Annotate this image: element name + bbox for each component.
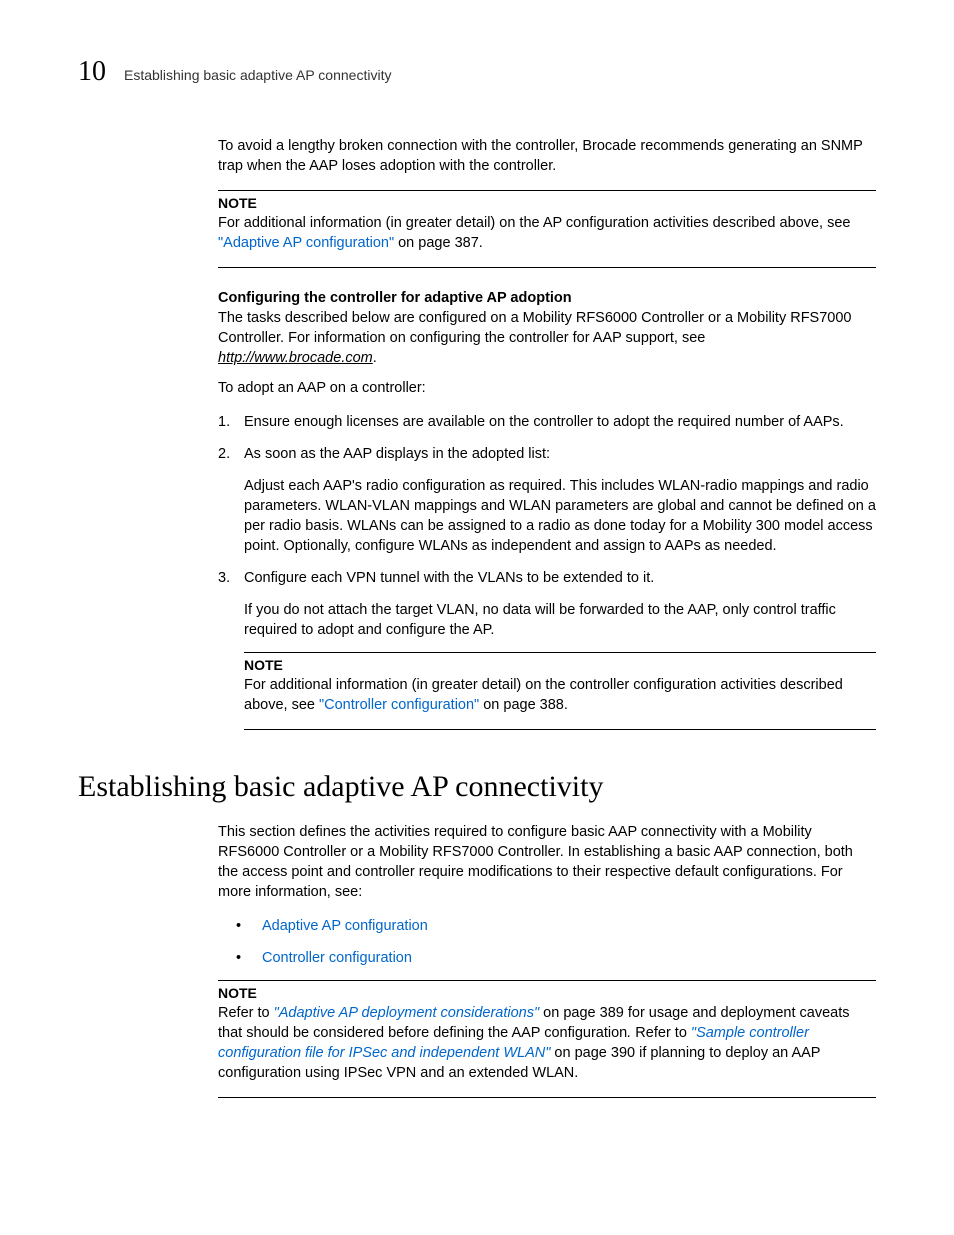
- rule: [244, 652, 876, 653]
- config-paragraph: The tasks described below are configured…: [218, 308, 876, 368]
- list-item: 1. Ensure enough licenses are available …: [218, 412, 876, 432]
- rule: [244, 729, 876, 730]
- text: Refer to: [218, 1005, 274, 1021]
- list-item: • Controller configuration: [236, 948, 876, 968]
- bullet-icon: •: [236, 948, 262, 968]
- running-title: Establishing basic adaptive AP connectiv…: [124, 67, 391, 83]
- list-body: As soon as the AAP displays in the adopt…: [244, 444, 876, 556]
- text: on page 387.: [394, 235, 483, 251]
- heading-establishing-connectivity: Establishing basic adaptive AP connectiv…: [78, 770, 876, 804]
- subhead-configuring-controller: Configuring the controller for adaptive …: [218, 290, 876, 306]
- list-subtext: If you do not attach the target VLAN, no…: [244, 600, 876, 640]
- text: .: [373, 350, 377, 366]
- bullet-list: • Adaptive AP configuration • Controller…: [236, 916, 876, 968]
- rule: [218, 190, 876, 191]
- list-marker: 3.: [218, 568, 244, 640]
- list-item: • Adaptive AP configuration: [236, 916, 876, 936]
- page: 10 Establishing basic adaptive AP connec…: [0, 0, 954, 1162]
- note-text: Refer to "Adaptive AP deployment conside…: [218, 1003, 876, 1083]
- adopt-lead: To adopt an AAP on a controller:: [218, 378, 876, 398]
- note-text: For additional information (in greater d…: [244, 675, 876, 715]
- note-text: For additional information (in greater d…: [218, 213, 876, 253]
- note-label: NOTE: [218, 985, 876, 1001]
- text: As soon as the AAP displays in the adopt…: [244, 444, 876, 464]
- page-header: 10 Establishing basic adaptive AP connec…: [78, 56, 876, 88]
- text: on page 388.: [479, 697, 568, 713]
- intro-paragraph: To avoid a lengthy broken connection wit…: [218, 136, 876, 176]
- link-adaptive-ap-config[interactable]: Adaptive AP configuration: [262, 918, 428, 934]
- list-marker: 2.: [218, 444, 244, 556]
- link-deployment-considerations[interactable]: "Adaptive AP deployment considerations": [274, 1005, 540, 1021]
- text: For additional information (in greater d…: [218, 215, 850, 231]
- ordered-list: 1. Ensure enough licenses are available …: [218, 412, 876, 640]
- chapter-number: 10: [78, 56, 106, 88]
- list-body: Ensure enough licenses are available on …: [244, 412, 876, 432]
- note-label: NOTE: [218, 195, 876, 211]
- link-brocade-url[interactable]: http://www.brocade.com: [218, 350, 373, 366]
- note-label: NOTE: [244, 657, 876, 673]
- note-block-3: NOTE Refer to "Adaptive AP deployment co…: [218, 980, 876, 1098]
- list-marker: 1.: [218, 412, 244, 432]
- rule: [218, 980, 876, 981]
- text: The tasks described below are configured…: [218, 310, 851, 346]
- list-item: 2. As soon as the AAP displays in the ad…: [218, 444, 876, 556]
- list-item: 3. Configure each VPN tunnel with the VL…: [218, 568, 876, 640]
- section-paragraph: This section defines the activities requ…: [218, 822, 876, 902]
- note-block-1: NOTE For additional information (in grea…: [218, 190, 876, 268]
- rule: [218, 267, 876, 268]
- bullet-icon: •: [236, 916, 262, 936]
- text: Configure each VPN tunnel with the VLANs…: [244, 568, 876, 588]
- link-adaptive-ap-config[interactable]: "Adaptive AP configuration": [218, 235, 394, 251]
- link-controller-config[interactable]: "Controller configuration": [319, 697, 479, 713]
- list-body: Configure each VPN tunnel with the VLANs…: [244, 568, 876, 640]
- link-controller-config[interactable]: Controller configuration: [262, 950, 412, 966]
- text: Refer to: [631, 1025, 691, 1041]
- list-subtext: Adjust each AAP's radio configuration as…: [244, 476, 876, 556]
- note-block-2: NOTE For additional information (in grea…: [244, 652, 876, 730]
- rule: [218, 1097, 876, 1098]
